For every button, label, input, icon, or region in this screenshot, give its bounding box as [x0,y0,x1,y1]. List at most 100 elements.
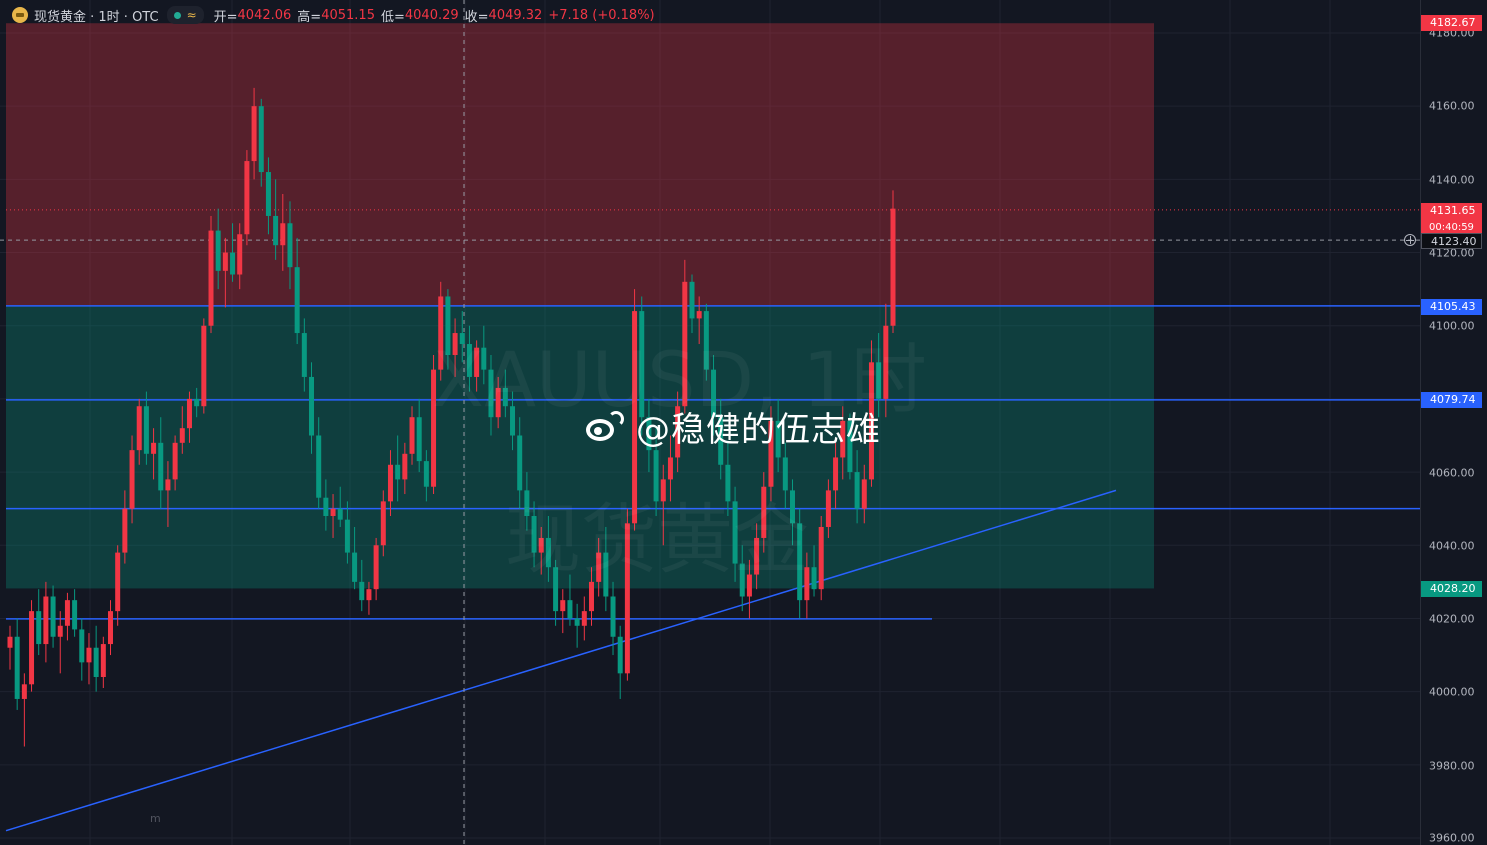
candle-body [43,596,49,645]
level-mid-tag: 4079.74 [1421,392,1482,408]
candle-body [237,234,243,275]
candle-body [380,501,386,546]
candle-body [560,600,566,612]
candle-body [136,406,142,451]
short-position-zone [6,23,1154,306]
tick-label: 4060.00 [1429,466,1475,480]
candle-body [194,398,200,407]
candle-body [387,464,393,502]
candle-body [301,333,307,377]
candle-body [567,600,573,619]
candle-body [100,644,106,677]
candle-body [280,223,286,246]
candle-body [244,161,250,235]
high-label: 高= [297,9,322,25]
candle-body [251,106,257,162]
level-lower-tag: 4028.20 [1421,581,1482,597]
candle-body [273,215,279,246]
ohlc-legend: 现货黄金 · 1时 · OTC ≈ 开= 4042.06 高= 4051.15 … [12,4,655,26]
change-value: +7.18 (+0.18%) [548,7,655,23]
candle-body [610,596,616,637]
candle-body [201,325,207,407]
tick-label: 4040.00 [1429,539,1475,553]
candle-body [581,611,587,626]
level-upper-tag: 4105.43 [1421,299,1482,315]
candle-body [294,267,300,334]
tick-label: 3960.00 [1429,831,1475,845]
open-value: 4042.06 [237,7,292,23]
close-label: 收= [464,9,489,25]
corner-watermark: m [150,812,161,825]
candle-body [129,450,135,509]
candle-body [373,545,379,590]
candle-body [689,281,695,319]
candle-body [122,508,128,553]
candle-body [186,398,192,429]
crosshair-plus-icon[interactable] [1404,234,1416,246]
candle-body [818,526,824,590]
name-watermark: 现货黄金 [505,495,809,584]
zone-top-price-tag: 4182.67 [1421,15,1482,31]
candle-body [323,497,329,516]
candle-body [423,461,429,487]
bar-countdown: 00:40:59 [1429,222,1474,233]
candle-body [14,636,20,699]
candle-body [416,417,422,462]
candle-body [617,636,623,674]
author-watermark: @稳健的伍志雄 [582,402,881,451]
candle-body [72,600,78,630]
author-name: @稳健的伍志雄 [636,410,881,450]
candle-body [21,684,27,699]
candle-body [215,230,221,271]
candle-body [86,647,92,663]
tick-label: 3980.00 [1429,759,1475,773]
tick-label: 4140.00 [1429,173,1475,187]
candle-body [667,457,673,480]
crosshair-price-tag: 4123.40 [1421,233,1482,249]
candle-body [854,472,860,509]
candle-body [890,208,896,326]
candle-body [287,223,293,268]
close-value: 4049.32 [488,7,543,23]
candle-body [151,442,157,454]
candle-body [115,552,121,612]
candle-body [861,479,867,509]
candle-body [7,636,13,648]
candle-body [402,453,408,480]
candle-body [395,464,401,480]
wave-icon: ≈ [186,8,197,22]
candle-body [230,252,236,275]
price-axis[interactable] [1420,0,1487,845]
candle-body [179,428,185,443]
candle-body [93,647,99,677]
candle-body [258,106,264,173]
candle-body [337,508,343,520]
candle-body [29,611,35,685]
candle-body [108,611,114,645]
market-open-dot-icon [173,11,181,19]
candle-body [366,589,372,601]
candle-body [208,230,214,326]
high-value: 4051.15 [321,7,375,23]
candle-body [172,442,178,480]
candle-body [57,625,63,637]
candle-body [344,519,350,553]
last-price-value: 4131.65 [1430,204,1476,217]
candle-body [309,376,315,436]
candle-body [825,490,831,527]
symbol-title[interactable]: 现货黄金 · 1时 · OTC [34,6,159,25]
candle-body [265,172,271,216]
candle-body [222,252,228,271]
low-value: 4040.29 [404,7,459,23]
candle-body [158,442,164,491]
candle-body [409,417,415,454]
candle-body [50,596,56,637]
candle-body [316,435,322,498]
candle-body [36,611,42,645]
candle-body [352,552,358,582]
market-status-pill[interactable]: ≈ [166,6,204,24]
candle-body [574,618,580,626]
candle-body [165,479,171,491]
tick-label: 4000.00 [1429,685,1475,699]
weibo-icon [582,407,630,447]
